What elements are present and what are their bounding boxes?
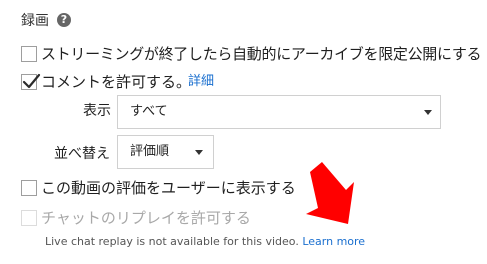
show-ratings-row[interactable]: この動画の評価をユーザーに表示する [21,178,321,200]
archive-limited-row[interactable]: ストリーミングが終了したら自動的にアーカイブを限定公開にする [21,44,482,66]
red-arrow-icon [306,162,354,224]
comments-details-link[interactable]: 詳細 [188,73,214,91]
chat-replay-label: チャットのリプレイを許可する [41,209,251,227]
show-ratings-checkbox[interactable] [21,180,37,196]
chat-replay-note-text: Live chat replay is not available for th… [45,235,299,248]
sort-select-value: 評価順 [130,144,170,159]
sort-select[interactable]: 評価順 [117,135,214,169]
chat-replay-checkbox [21,210,37,226]
show-ratings-label: この動画の評価をユーザーに表示する [41,179,296,197]
learn-more-link[interactable]: Learn more [302,235,365,248]
chat-replay-note: Live chat replay is not available for th… [45,233,365,251]
chevron-down-icon [424,110,432,115]
sort-label: 並べ替え [54,146,110,162]
comments-checkbox[interactable] [21,73,41,90]
chevron-down-icon [195,150,203,155]
archive-limited-checkbox[interactable] [21,46,37,62]
display-select-value: すべて [130,104,168,119]
chat-replay-row: チャットのリプレイを許可する [21,208,281,230]
comments-row[interactable]: コメントを許可する。 詳細 [21,72,321,94]
archive-limited-label: ストリーミングが終了したら自動的にアーカイブを限定公開にする [41,45,482,63]
section-title: 録画 [21,13,49,29]
checkmark-icon [22,73,41,89]
comments-label: コメントを許可する。 [41,73,192,91]
help-icon[interactable]: ? [57,13,71,27]
display-label: 表示 [83,103,111,119]
display-select[interactable]: すべて [117,95,441,129]
